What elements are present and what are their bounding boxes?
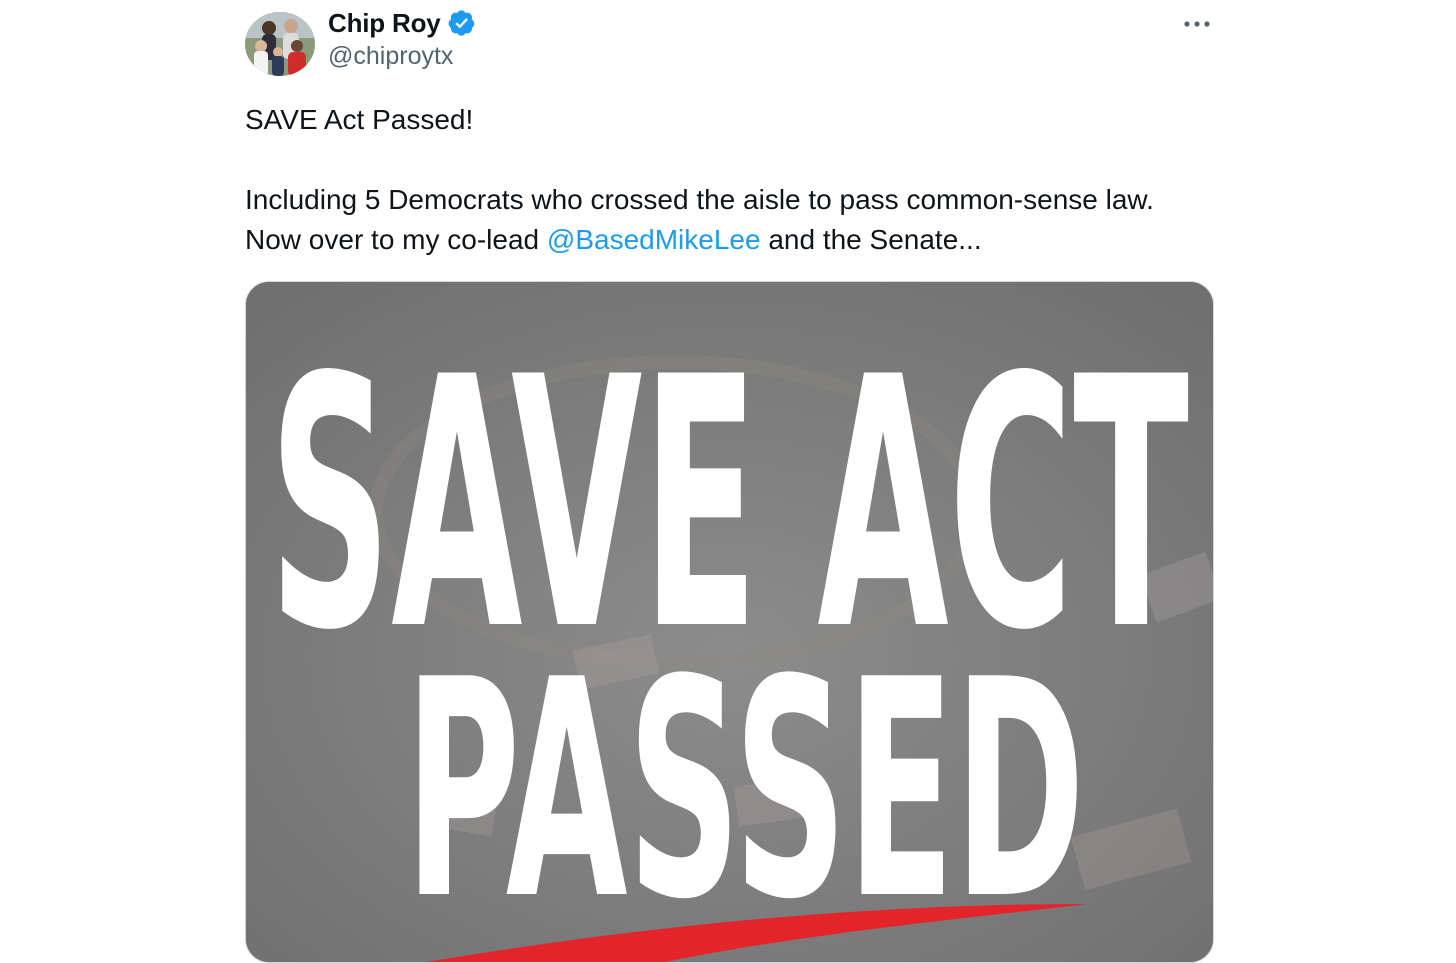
tweet-text-line1: SAVE Act Passed! [245,104,474,135]
tweet[interactable]: Chip Roy @chiproytx SAVE Act Passed! Inc… [245,0,1215,963]
more-options-button[interactable] [1181,12,1215,36]
author-handle[interactable]: @chiproytx [328,42,453,71]
author-display-name[interactable]: Chip Roy [328,8,441,39]
author-name-row: Chip Roy [328,6,476,40]
tweet-text: SAVE Act Passed! Including 5 Democrats w… [245,100,1195,260]
tweet-text-body-end: and the Senate... [760,224,982,255]
mention-link[interactable]: @BasedMikeLee [547,224,761,255]
more-horizontal-icon [1184,21,1210,27]
avatar-photo-icon [245,12,315,76]
tweet-media-image[interactable]: SAVE ACT PASSED [245,281,1214,963]
avatar[interactable] [245,12,315,76]
verified-badge-icon [448,10,474,36]
save-act-graphic: SAVE ACT PASSED [246,282,1213,962]
